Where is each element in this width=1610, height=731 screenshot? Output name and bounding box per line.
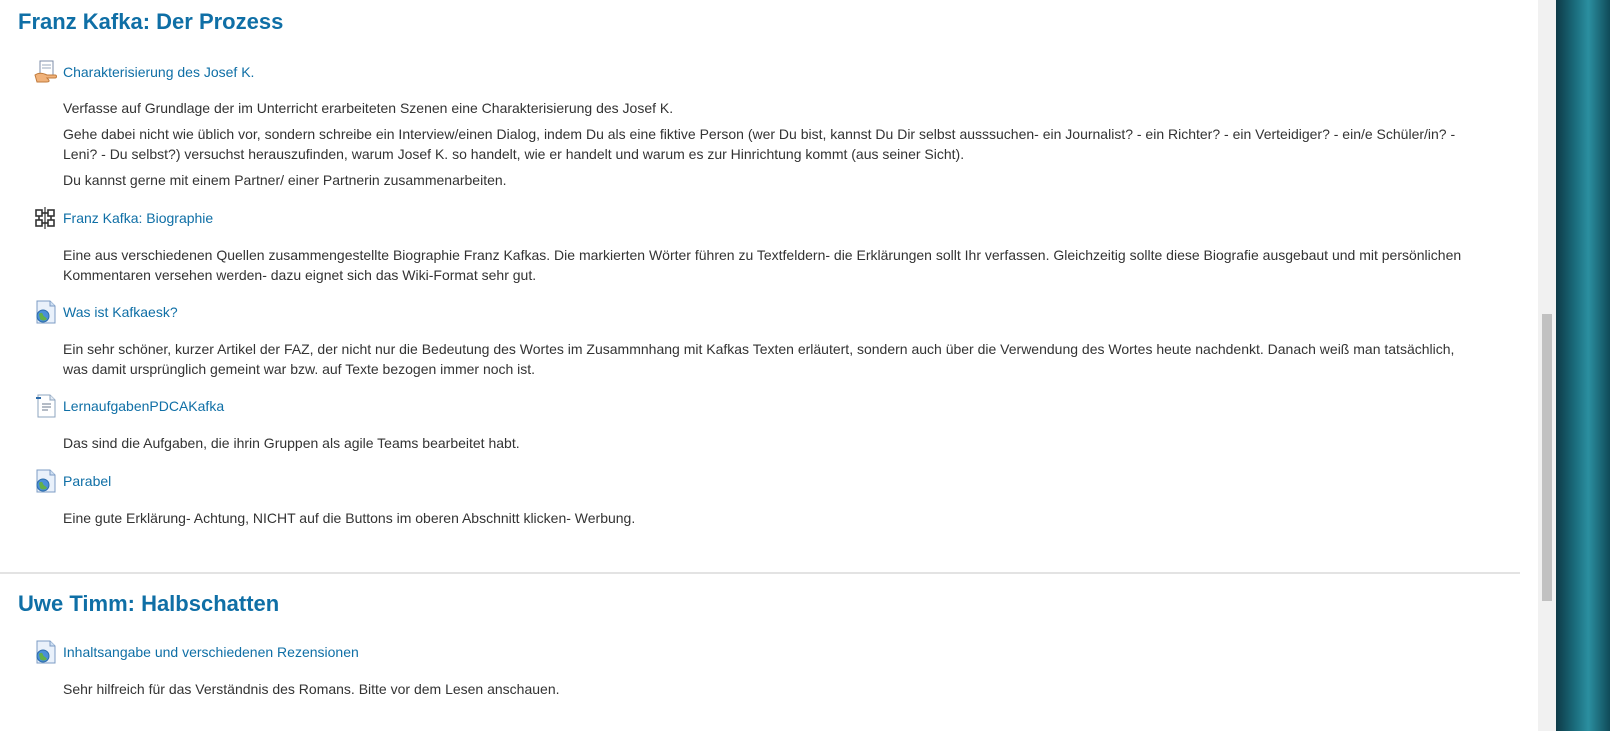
desktop-background <box>1556 0 1610 731</box>
activity-description: Eine aus verschiedenen Quellen zusammeng… <box>63 245 1483 285</box>
description-paragraph: Eine gute Erklärung- Achtung, NICHT auf … <box>63 510 636 526</box>
activity-link[interactable]: Franz Kafka: Biographie <box>63 209 213 227</box>
activity-kafkaesk: Was ist Kafkaesk? Ein sehr schöner, kurz… <box>0 300 1540 379</box>
activity-description: Sehr hilfreich für das Verständnis des R… <box>63 679 1483 699</box>
description-paragraph: Verfasse auf Grundlage der im Unterricht… <box>63 100 674 116</box>
description-paragraph: Du kannst gerne mit einem Partner/ einer… <box>63 172 507 188</box>
file-document-icon <box>34 394 58 418</box>
activity-parabel: Parabel Eine gute Erklärung- Achtung, NI… <box>0 469 1540 528</box>
activity-link[interactable]: LernaufgabenPDCAKafka <box>63 397 224 415</box>
activity-inhaltsangabe: Inhaltsangabe und verschiedenen Rezensio… <box>0 640 1540 699</box>
hand-document-icon <box>34 60 58 84</box>
description-paragraph: Eine aus verschiedenen Quellen zusammeng… <box>63 247 1462 283</box>
activity-link[interactable]: Charakterisierung des Josef K. <box>63 63 254 81</box>
url-globe-icon <box>34 469 58 493</box>
activity-biographie: Franz Kafka: Biographie Eine aus verschi… <box>0 206 1540 285</box>
activity-description: Verfasse auf Grundlage der im Unterricht… <box>63 98 1483 190</box>
vertical-scrollbar[interactable] <box>1538 0 1556 731</box>
activity-description: Das sind die Aufgaben, die ihrin Gruppen… <box>63 433 1483 453</box>
section-title: Franz Kafka: Der Prozess <box>18 9 284 34</box>
section-divider <box>0 572 1520 574</box>
course-content: Franz Kafka: Der Prozess Charakterisieru… <box>0 0 1560 731</box>
description-paragraph: Ein sehr schöner, kurzer Artikel der FAZ… <box>63 341 1455 377</box>
activity-description: Eine gute Erklärung- Achtung, NICHT auf … <box>63 508 1483 528</box>
activity-lernaufgaben: LernaufgabenPDCAKafka Das sind die Aufga… <box>0 394 1540 453</box>
activity-link[interactable]: Was ist Kafkaesk? <box>63 303 178 321</box>
url-globe-icon <box>34 640 58 664</box>
scrollbar-thumb[interactable] <box>1542 314 1552 601</box>
description-paragraph: Gehe dabei nicht wie üblich vor, sondern… <box>63 126 1456 162</box>
description-paragraph: Das sind die Aufgaben, die ihrin Gruppen… <box>63 435 520 451</box>
activity-link[interactable]: Inhaltsangabe und verschiedenen Rezensio… <box>63 643 359 661</box>
activity-description: Ein sehr schöner, kurzer Artikel der FAZ… <box>63 339 1483 379</box>
section-title: Uwe Timm: Halbschatten <box>18 591 280 616</box>
wiki-icon <box>34 206 58 230</box>
url-globe-icon <box>34 300 58 324</box>
activity-link[interactable]: Parabel <box>63 472 111 490</box>
activity-charakterisierung: Charakterisierung des Josef K. Verfasse … <box>0 60 1540 190</box>
description-paragraph: Sehr hilfreich für das Verständnis des R… <box>63 681 560 697</box>
